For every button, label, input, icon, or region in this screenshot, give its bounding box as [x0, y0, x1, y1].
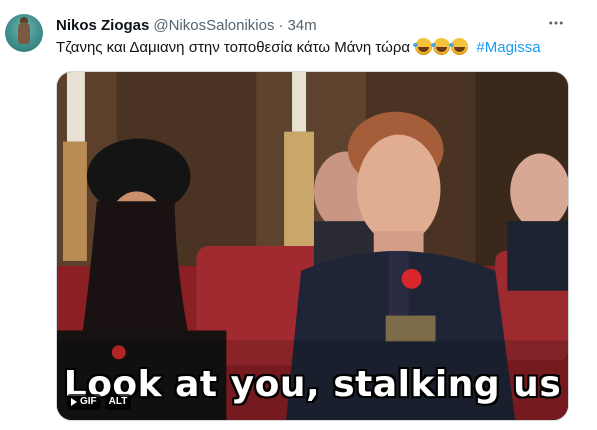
display-name[interactable]: Nikos Ziogas	[56, 17, 149, 35]
gif-badge-label: GIF	[80, 396, 97, 407]
media-badges: GIF ALT	[67, 394, 132, 410]
more-horizontal-svg	[549, 21, 563, 25]
gif-media[interactable]: Look at you, stalking us GIF ALT	[56, 71, 569, 421]
tweet-text: Τζανης και Δαμιανη στην τοποθεσία κάτω Μ…	[56, 38, 577, 58]
gif-badge[interactable]: GIF	[67, 394, 101, 410]
rolling-laughing-emoji-icon	[431, 38, 451, 55]
alt-badge-label: ALT	[108, 396, 128, 407]
rolling-laughing-emoji-icon	[413, 38, 433, 55]
separator-dot: ·	[278, 17, 284, 34]
avatar-figure-shape	[18, 22, 30, 44]
tweet[interactable]: Nikos Ziogas @NikosSalonikios · 34m Τζαν…	[0, 0, 597, 430]
user-handle[interactable]: @NikosSalonikios	[153, 17, 274, 35]
gif-caption: Look at you, stalking us	[63, 364, 562, 405]
rolling-laughing-emoji-icon	[449, 38, 469, 55]
timestamp[interactable]: 34m	[287, 17, 316, 35]
more-horizontal-icon[interactable]	[545, 12, 567, 34]
play-icon	[71, 398, 77, 406]
tweet-header: Nikos Ziogas @NikosSalonikios · 34m	[56, 17, 557, 35]
hashtag-link[interactable]: #Magissa	[476, 39, 540, 56]
alt-badge[interactable]: ALT	[104, 394, 132, 410]
tweet-body: Τζανης και Δαμιανη στην τοποθεσία κάτω Μ…	[56, 39, 411, 56]
avatar[interactable]	[5, 14, 43, 52]
